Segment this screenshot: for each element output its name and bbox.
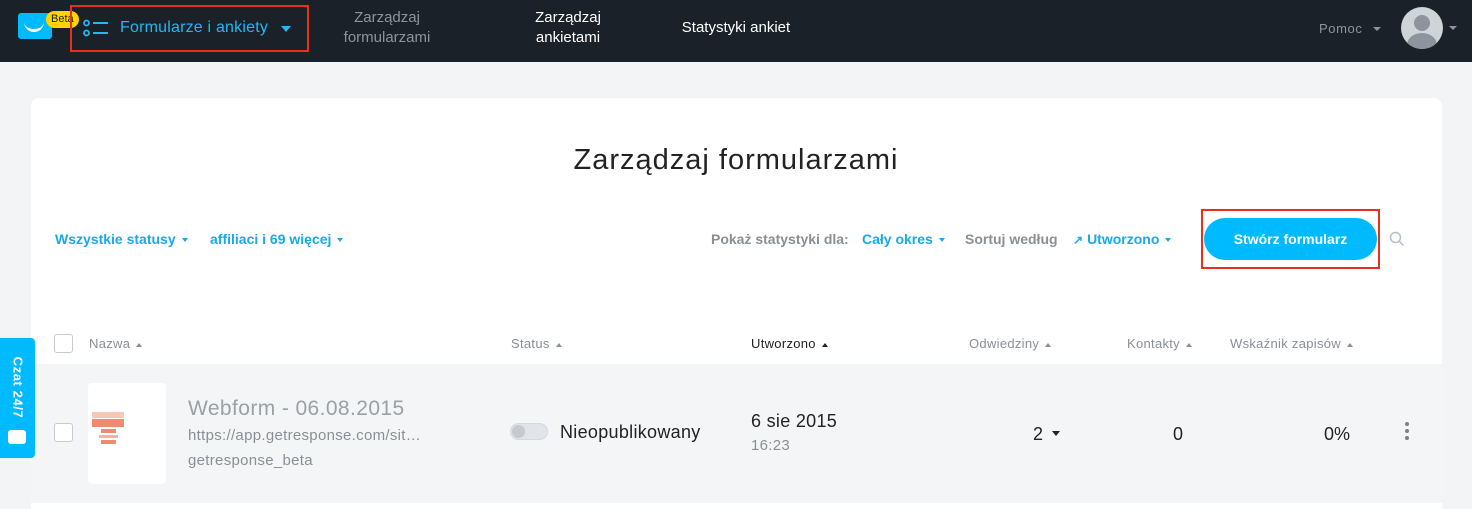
sort-arrow-icon [1185,342,1192,347]
sort-arrow-icon [821,342,828,347]
nav-manage-surveys[interactable]: Zarządzaj ankietami [528,8,608,48]
chevron-down-icon [337,238,344,243]
nav-manage-forms-line2: formularzami [343,29,431,46]
help-menu[interactable]: Pomoc [1319,21,1362,36]
sort-arrow-icon [555,342,562,347]
publish-toggle[interactable] [510,423,548,440]
chat-bubble-icon [8,430,26,444]
column-header-created[interactable]: Utworzono [751,336,828,351]
status-label: Nieopublikowany [560,422,701,442]
column-header-status-label: Status [511,336,550,351]
user-avatar[interactable] [1401,7,1443,49]
stats-period-dropdown[interactable]: Cały okres [862,230,945,248]
nav-manage-forms[interactable]: Zarządzaj formularzami [333,8,441,48]
help-chevron-down-icon[interactable] [1373,27,1381,31]
column-header-signup-rate[interactable]: Wskaźnik zapisów [1230,336,1353,351]
sort-arrow-icon [136,342,143,347]
status-filter-dropdown[interactable]: Wszystkie statusy [55,230,188,248]
chevron-down-icon [181,238,188,243]
more-options-icon[interactable] [1403,422,1411,444]
column-header-name-label: Nazwa [89,336,131,351]
visits-count[interactable]: 2 [1033,424,1043,445]
column-header-contacts-label: Kontakty [1127,336,1180,351]
nav-manage-surveys-line2: ankietami [535,29,601,46]
form-preview-image [92,412,124,444]
module-switcher[interactable]: Formularze i ankiety [120,19,268,37]
campaign-filter-label: affiliaci i 69 więcej [210,231,332,247]
column-header-status[interactable]: Status [511,336,562,351]
chevron-down-icon[interactable] [281,26,291,32]
form-campaign: getresponse_beta [188,452,313,469]
chevron-down-icon [938,238,945,243]
sort-dropdown[interactable]: ↗ Utworzono [1073,230,1172,249]
avatar-chevron-down-icon[interactable] [1449,26,1457,30]
column-header-visits[interactable]: Odwiedziny [969,336,1052,351]
list-icon [83,19,108,37]
row-checkbox[interactable] [54,423,73,442]
stats-period-value: Cały okres [862,231,933,247]
created-date: 6 sie 2015 [751,411,838,431]
form-url[interactable]: https://app.getresponse.com/sit… [188,427,421,444]
form-name-link[interactable]: Webform - 06.08.2015 [188,397,405,421]
chevron-down-icon [1165,238,1172,243]
status-filter-label: Wszystkie statusy [55,231,176,247]
column-header-visits-label: Odwiedziny [969,336,1040,351]
search-icon[interactable] [1389,231,1405,247]
column-header-name[interactable]: Nazwa [89,336,143,351]
sort-direction-icon: ↗ [1073,233,1084,247]
page-title: Zarządzaj formularzami [573,144,899,176]
signup-rate: 0% [1324,424,1351,444]
visits-chevron-down-icon[interactable] [1052,431,1060,436]
nav-survey-stats[interactable]: Statystyki ankiet [674,18,798,38]
chat-side-tab[interactable]: Czat 24/7 [0,338,35,458]
sort-arrow-icon [1347,342,1353,347]
select-all-checkbox[interactable] [54,334,73,353]
column-header-contacts[interactable]: Kontakty [1127,336,1192,351]
nav-manage-forms-line1: Zarządzaj [354,9,420,26]
sort-value: Utworzono [1087,231,1160,247]
campaign-filter-dropdown[interactable]: affiliaci i 69 więcej [210,230,344,248]
sort-label: Sortuj według [965,231,1058,247]
created-time: 16:23 [751,437,791,454]
sort-arrow-icon [1045,342,1052,347]
column-header-signup-rate-label: Wskaźnik zapisów [1230,336,1341,351]
top-navigation-bar: Beta Formularze i ankiety Zarządzaj form… [0,0,1472,62]
column-header-created-label: Utworzono [751,336,816,351]
contacts-count: 0 [1173,424,1184,444]
create-form-button[interactable]: Stwórz formularz [1204,218,1377,260]
stats-period-label: Pokaż statystyki dla: [711,231,849,247]
nav-manage-surveys-line1: Zarządzaj [535,9,601,26]
chat-label: Czat 24/7 [10,356,26,419]
